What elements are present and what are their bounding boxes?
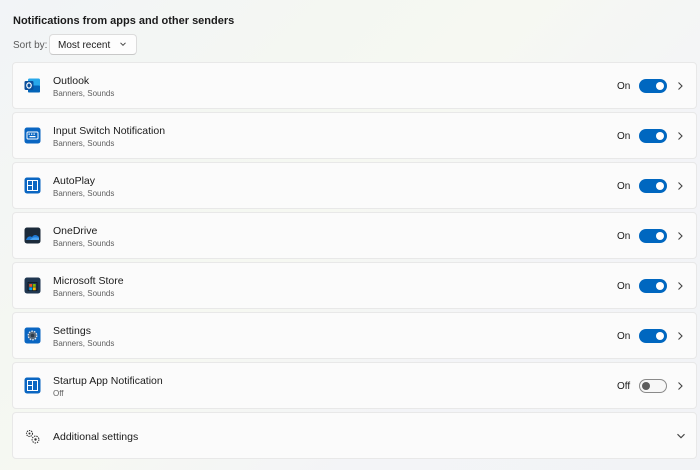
app-name: OneDrive bbox=[53, 225, 98, 237]
toggle-state-label: Off bbox=[617, 381, 631, 392]
notification-toggle[interactable] bbox=[639, 79, 667, 93]
app-subtitle: Banners, Sounds bbox=[53, 89, 115, 98]
chevron-right-icon[interactable] bbox=[675, 380, 685, 392]
sort-dropdown[interactable]: Most recent bbox=[49, 34, 137, 55]
section-title: Notifications from apps and other sender… bbox=[13, 15, 235, 27]
notification-toggle[interactable] bbox=[639, 179, 667, 193]
toggle-state-label: On bbox=[617, 281, 631, 292]
sort-value: Most recent bbox=[58, 40, 111, 51]
chevron-right-icon[interactable] bbox=[675, 80, 685, 92]
app-name: Settings bbox=[53, 325, 91, 337]
toggle-state-label: On bbox=[617, 331, 631, 342]
app-name: Startup App Notification bbox=[53, 375, 163, 387]
notification-toggle[interactable] bbox=[639, 329, 667, 343]
notification-toggle[interactable] bbox=[639, 279, 667, 293]
app-row-input-switch[interactable]: Input Switch Notification Banners, Sound… bbox=[12, 112, 697, 159]
toggle-state-label: On bbox=[617, 231, 631, 242]
outlook-icon bbox=[24, 78, 40, 93]
toggle-state-label: On bbox=[617, 81, 631, 92]
app-name: Outlook bbox=[53, 75, 90, 87]
app-row-onedrive[interactable]: OneDrive Banners, Sounds On bbox=[12, 212, 697, 259]
app-row-settings[interactable]: Settings Banners, Sounds On bbox=[12, 312, 697, 359]
notification-toggle[interactable] bbox=[639, 229, 667, 243]
app-subtitle: Banners, Sounds bbox=[53, 189, 115, 198]
app-subtitle: Off bbox=[53, 389, 64, 398]
startup-app-icon bbox=[24, 377, 41, 394]
app-row-outlook[interactable]: Outlook Banners, Sounds On bbox=[12, 62, 697, 109]
toggle-state-label: On bbox=[617, 131, 631, 142]
store-icon bbox=[24, 277, 41, 294]
app-row-startup-app[interactable]: Startup App Notification Off Off bbox=[12, 362, 697, 409]
app-row-microsoft-store[interactable]: Microsoft Store Banners, Sounds On bbox=[12, 262, 697, 309]
app-row-autoplay[interactable]: AutoPlay Banners, Sounds On bbox=[12, 162, 697, 209]
settings-gear-icon bbox=[24, 327, 41, 344]
chevron-down-icon[interactable] bbox=[675, 431, 687, 441]
autoplay-icon bbox=[24, 177, 41, 194]
chevron-right-icon[interactable] bbox=[675, 230, 685, 242]
notification-toggle[interactable] bbox=[639, 129, 667, 143]
additional-settings-row[interactable]: Additional settings bbox=[12, 412, 697, 459]
app-subtitle: Banners, Sounds bbox=[53, 289, 115, 298]
additional-settings-label: Additional settings bbox=[53, 431, 139, 443]
chevron-right-icon[interactable] bbox=[675, 330, 685, 342]
app-subtitle: Banners, Sounds bbox=[53, 339, 115, 348]
app-name: AutoPlay bbox=[53, 175, 96, 187]
chevron-down-icon bbox=[120, 42, 126, 47]
chevron-right-icon[interactable] bbox=[675, 180, 685, 192]
chevron-right-icon[interactable] bbox=[675, 280, 685, 292]
keyboard-icon bbox=[24, 127, 41, 144]
gears-icon bbox=[25, 429, 40, 444]
toggle-state-label: On bbox=[617, 181, 631, 192]
app-name: Input Switch Notification bbox=[53, 125, 166, 137]
app-subtitle: Banners, Sounds bbox=[53, 139, 115, 148]
sort-label: Sort by: bbox=[13, 40, 48, 51]
chevron-right-icon[interactable] bbox=[675, 130, 685, 142]
onedrive-icon bbox=[24, 227, 41, 244]
app-name: Microsoft Store bbox=[53, 275, 124, 287]
notification-toggle[interactable] bbox=[639, 379, 667, 393]
app-subtitle: Banners, Sounds bbox=[53, 239, 115, 248]
